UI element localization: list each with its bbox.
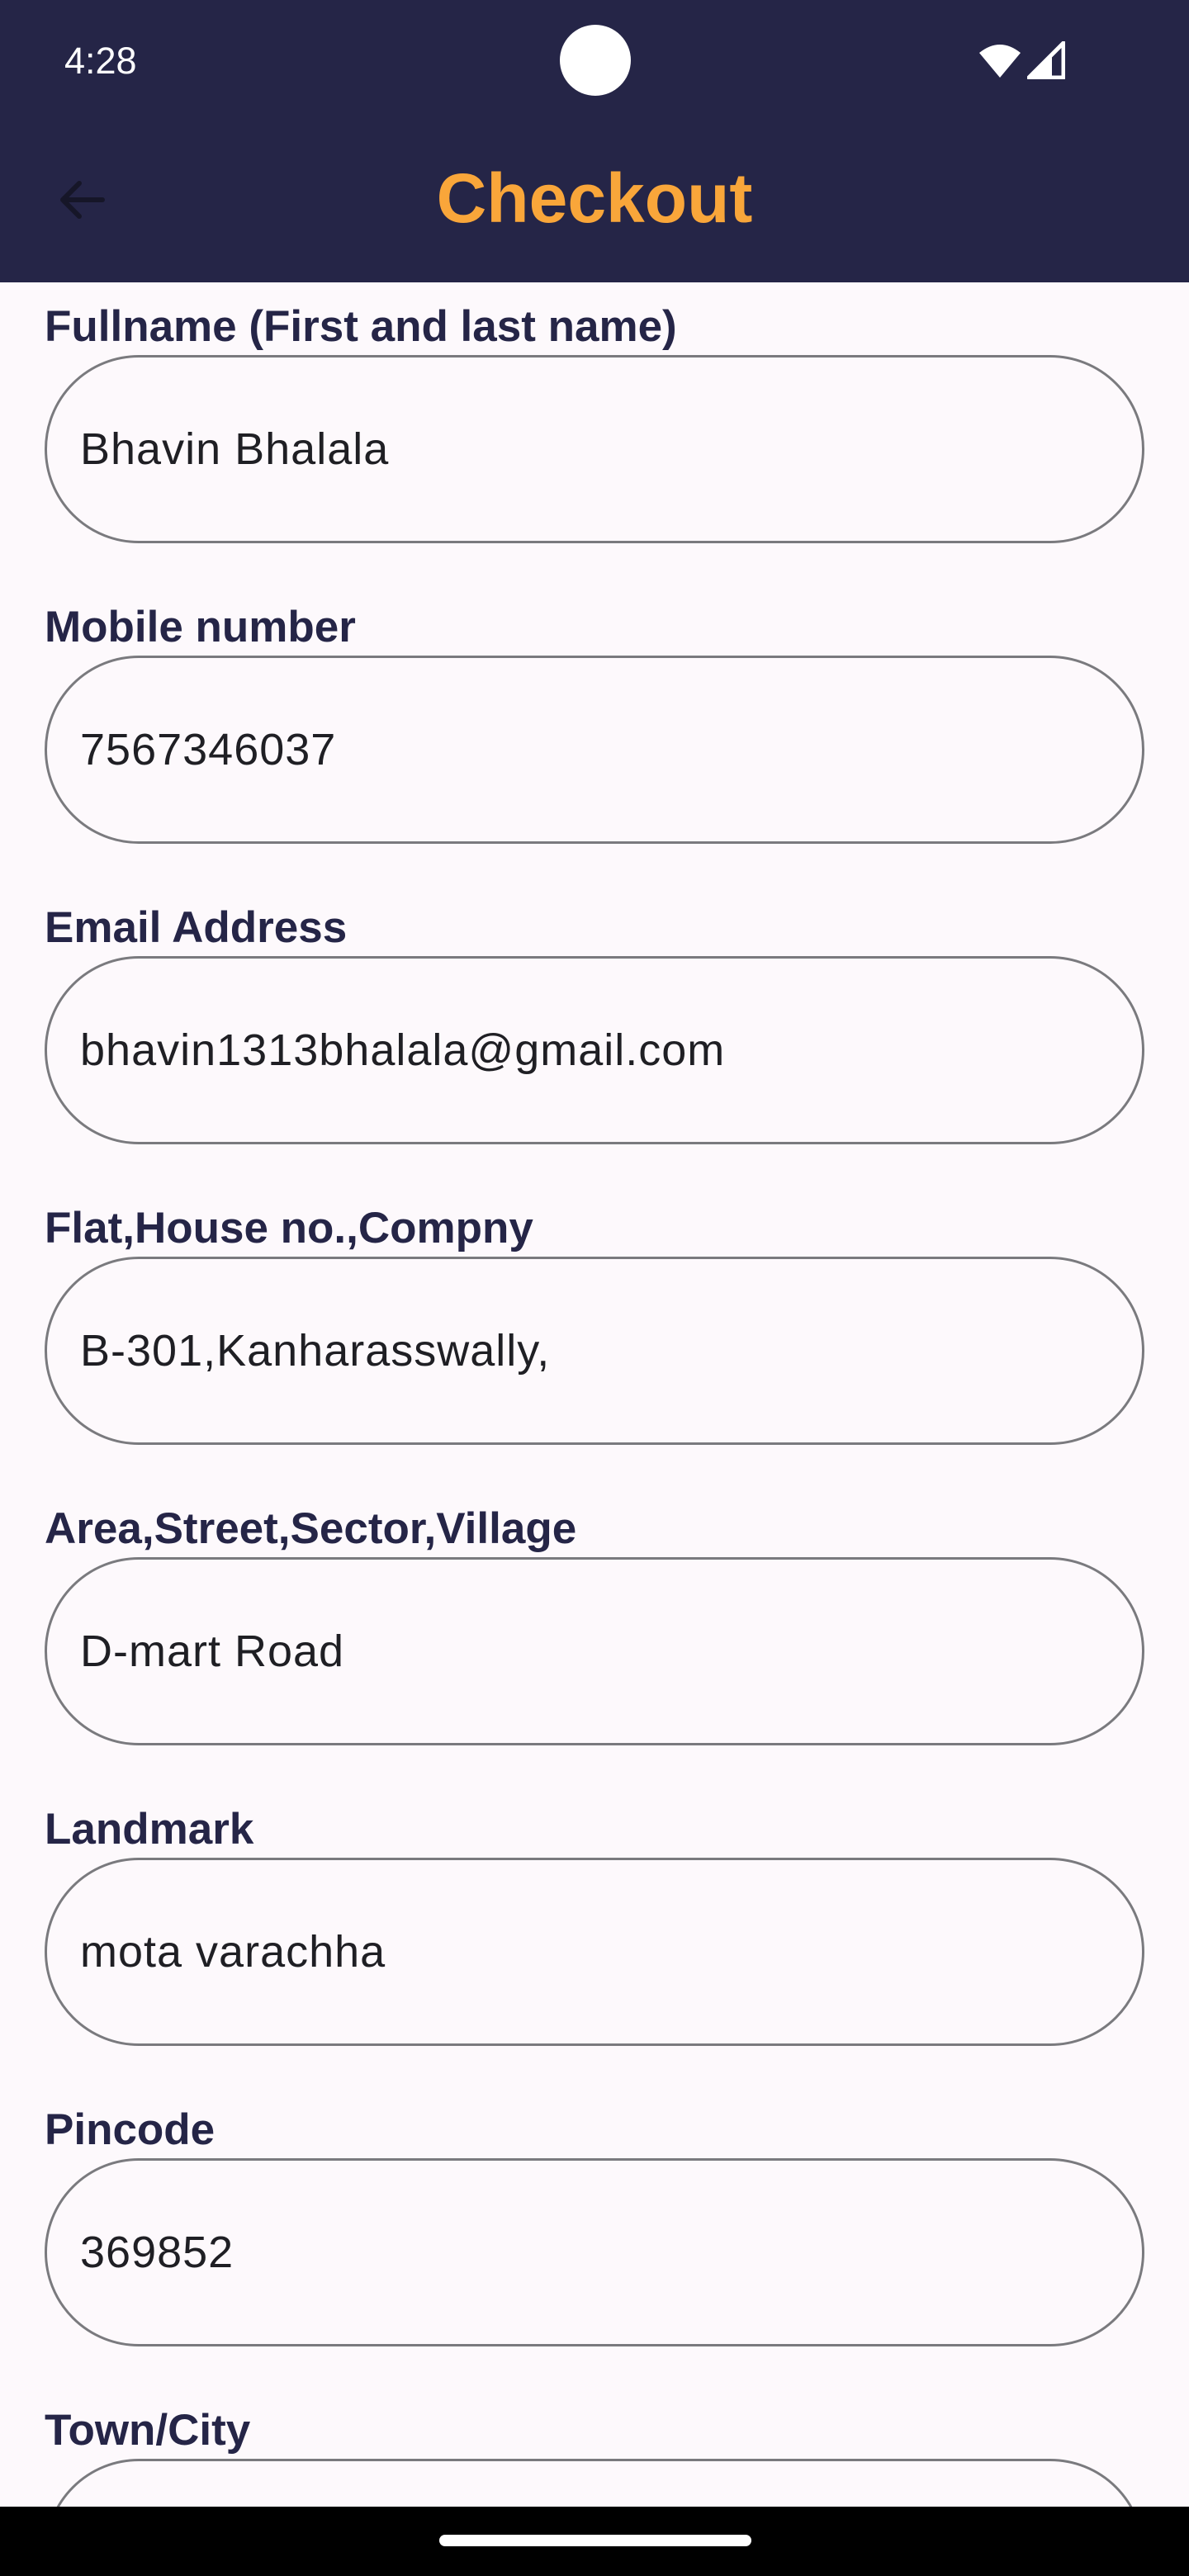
status-icons <box>978 40 1068 81</box>
email-label: Email Address <box>45 903 348 952</box>
fullname-field: Fullname (First and last name) <box>45 299 1144 543</box>
mobile-number-field: Mobile number <box>45 599 1144 844</box>
fullname-input[interactable] <box>45 355 1144 543</box>
mobile-number-label: Mobile number <box>45 603 356 651</box>
page-title: Checkout <box>436 159 753 237</box>
flat-house-label: Flat,House no.,Compny <box>45 1204 533 1252</box>
flat-house-field: Flat,House no.,Compny <box>45 1200 1144 1445</box>
status-time: 4:28 <box>64 40 137 82</box>
area-street-label: Area,Street,Sector,Village <box>45 1504 577 1553</box>
system-navigation-bar <box>0 2507 1189 2576</box>
area-street-input[interactable] <box>45 1557 1144 1745</box>
camera-cutout <box>560 25 631 96</box>
pincode-input[interactable] <box>45 2158 1144 2346</box>
wifi-icon <box>979 45 1021 78</box>
email-input[interactable] <box>45 956 1144 1144</box>
home-gesture-handle[interactable] <box>439 2535 751 2546</box>
checkout-screen: 4:28 Checkout Fullname (First and last n… <box>0 0 1189 2576</box>
fullname-label: Fullname (First and last name) <box>45 302 677 351</box>
email-field: Email Address <box>45 900 1144 1144</box>
area-street-field: Area,Street,Sector,Village <box>45 1501 1144 1745</box>
town-city-label: Town/City <box>45 2406 251 2455</box>
landmark-field: Landmark <box>45 1802 1144 2046</box>
top-app-bar: 4:28 Checkout <box>0 0 1189 282</box>
flat-house-input[interactable] <box>45 1257 1144 1445</box>
pincode-field: Pincode <box>45 2102 1144 2346</box>
cellular-signal-icon <box>1027 41 1065 79</box>
mobile-number-input[interactable] <box>45 656 1144 844</box>
landmark-input[interactable] <box>45 1858 1144 2046</box>
landmark-label: Landmark <box>45 1805 254 1854</box>
pincode-label: Pincode <box>45 2105 216 2154</box>
